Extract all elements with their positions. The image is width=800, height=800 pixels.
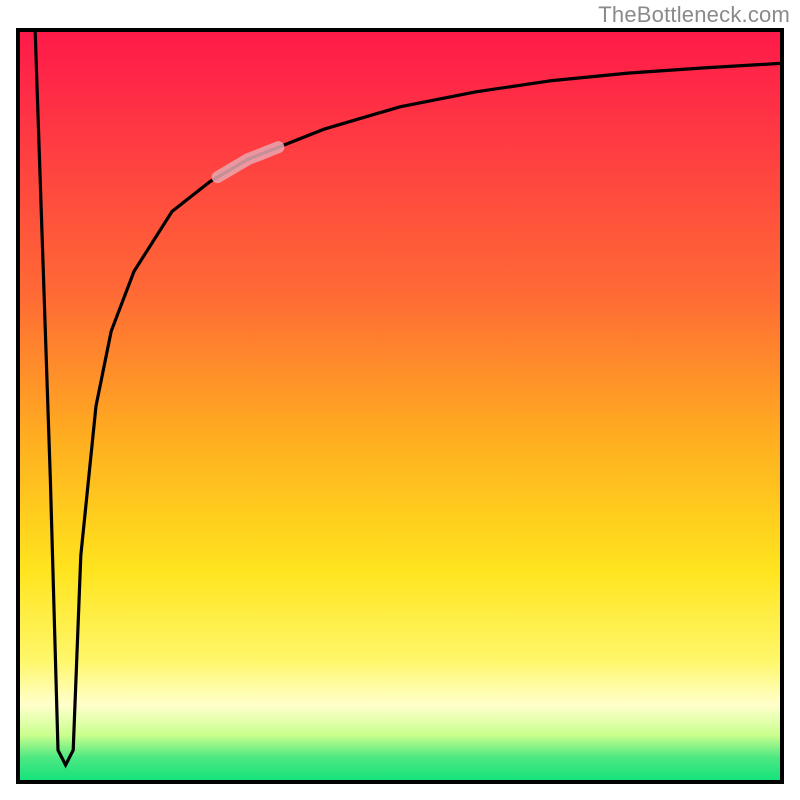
main-curve bbox=[35, 32, 780, 765]
chart-stage: TheBottleneck.com bbox=[0, 0, 800, 800]
watermark-text: TheBottleneck.com bbox=[598, 2, 790, 28]
curve-layer bbox=[20, 32, 780, 780]
plot-area bbox=[16, 28, 784, 784]
highlight-segment bbox=[218, 147, 279, 177]
